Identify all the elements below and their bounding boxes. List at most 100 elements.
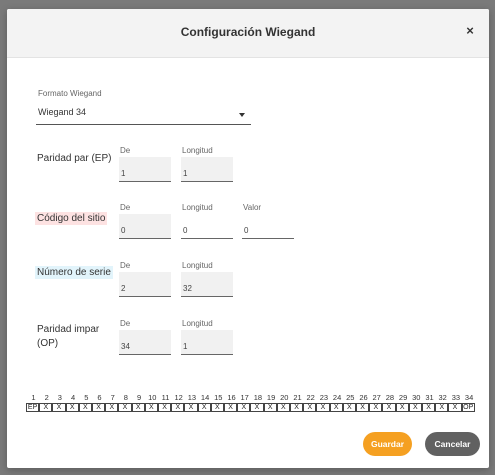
bit-number: 24 [332, 393, 342, 402]
bit-cell: X [408, 403, 422, 412]
bit-number: 15 [214, 393, 223, 402]
bit-number: 12 [174, 393, 183, 402]
bit-cell: X [118, 403, 132, 412]
bit-cell: X [144, 403, 158, 412]
bit-number: 16 [227, 393, 236, 402]
bit-cell: X [303, 403, 317, 412]
bit-cell: X [210, 403, 224, 412]
bit-number: 22 [306, 393, 315, 402]
save-button[interactable]: Guardar [363, 432, 412, 456]
even-parity-label: Paridad par (EP) [37, 153, 112, 164]
bit-cell: X [356, 403, 370, 412]
odd-parity-from-input[interactable] [119, 330, 171, 355]
bit-number: 26 [359, 393, 368, 402]
dialog-header: Configuración Wiegand × [7, 9, 489, 58]
serial-length-label: Longitud [182, 261, 213, 270]
bit-number: 2 [44, 393, 49, 402]
bit-cell: X [290, 403, 304, 412]
close-icon[interactable]: × [463, 23, 477, 39]
serial-from-input[interactable] [119, 272, 171, 297]
bit-cell: X [382, 403, 396, 412]
bit-cell: X [237, 403, 251, 412]
odd-parity-label-line2: (OP) [37, 338, 59, 349]
bit-number: 17 [240, 393, 249, 402]
bit-number: 19 [266, 393, 276, 402]
site-code-length-input[interactable] [181, 214, 233, 239]
bit-number: 9 [137, 393, 142, 402]
even-parity-length-label: Longitud [182, 146, 213, 155]
bit-number: 1 [31, 393, 36, 402]
format-select[interactable]: Wiegand 34 [36, 104, 251, 125]
bit-cell: X [158, 403, 172, 412]
site-code-from-input[interactable] [119, 214, 171, 239]
site-code-value-label: Valor [243, 203, 262, 212]
format-label: Formato Wiegand [38, 89, 102, 98]
format-select-value: Wiegand 34 [38, 107, 87, 117]
bit-number: 21 [293, 393, 302, 402]
bit-number: 31 [425, 393, 434, 402]
bit-number: 18 [253, 393, 263, 402]
bit-cell: X [184, 403, 198, 412]
site-code-from-label: De [120, 203, 131, 212]
even-parity-from-label: De [120, 146, 131, 155]
bit-cell: X [92, 403, 106, 412]
bit-cell: X [105, 403, 119, 412]
bit-number: 32 [438, 393, 447, 402]
bit-cell: X [329, 403, 343, 412]
bit-cell: X [131, 403, 145, 412]
bit-number: 7 [110, 393, 115, 402]
odd-parity-length-label: Longitud [182, 319, 213, 328]
odd-parity-length-input[interactable] [181, 330, 233, 355]
bit-number: 33 [451, 393, 461, 402]
bit-cell: X [316, 403, 330, 412]
bit-number: 14 [200, 393, 210, 402]
bit-number: 13 [187, 393, 197, 402]
bit-cell: X [171, 403, 185, 412]
wiegand-config-dialog: Configuración Wiegand × Formato Wiegand … [7, 9, 489, 468]
odd-parity-label-line1: Paridad impar [37, 324, 100, 335]
site-code-length-label: Longitud [182, 203, 213, 212]
even-parity-length-input[interactable] [181, 157, 233, 182]
bit-number: 34 [464, 393, 474, 402]
bit-number: 11 [161, 393, 170, 402]
bit-number: 3 [57, 393, 62, 402]
odd-parity-from-label: De [120, 319, 131, 328]
bit-number: 10 [148, 393, 157, 402]
bit-cell: X [369, 403, 383, 412]
chevron-down-icon [239, 113, 245, 117]
bit-cell: X [422, 403, 436, 412]
bit-number: 23 [319, 393, 329, 402]
bit-number: 29 [398, 393, 408, 402]
dialog-title: Configuración Wiegand [180, 25, 316, 39]
cancel-button[interactable]: Cancelar [425, 432, 480, 456]
bit-cell: X [435, 403, 449, 412]
bit-cell: X [224, 403, 238, 412]
site-code-label: Código del sitio [35, 212, 108, 225]
bit-number: 27 [372, 393, 381, 402]
serial-from-label: De [120, 261, 131, 270]
bit-number: 8 [123, 393, 128, 402]
bit-number: 28 [385, 393, 395, 402]
bit-cell: X [197, 403, 211, 412]
bit-cell: X [65, 403, 79, 412]
bit-cell: X [395, 403, 409, 412]
serial-length-input[interactable] [181, 272, 233, 297]
bit-cell: X [39, 403, 53, 412]
odd-parity-label: Paridad impar (OP) [35, 322, 101, 352]
bit-cell: X [448, 403, 462, 412]
bit-cell: EP [26, 403, 40, 412]
bit-cell: X [52, 403, 66, 412]
bit-cell: X [276, 403, 290, 412]
bit-cell: OP [461, 403, 475, 412]
bit-cell: X [263, 403, 277, 412]
even-parity-from-input[interactable] [119, 157, 171, 182]
site-code-value-input[interactable] [242, 214, 294, 239]
bit-number: 5 [84, 393, 89, 402]
bit-number: 25 [346, 393, 355, 402]
serial-number-label: Número de serie [35, 266, 113, 279]
bit-cell: X [342, 403, 356, 412]
bit-number: 30 [412, 393, 421, 402]
bit-number: 6 [97, 393, 102, 402]
bit-cell: X [78, 403, 92, 412]
bit-cell: X [250, 403, 264, 412]
